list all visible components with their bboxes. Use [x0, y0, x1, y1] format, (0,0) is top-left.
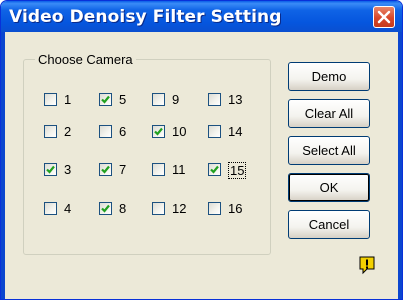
- camera-checkbox-16[interactable]: [208, 202, 221, 215]
- camera-checkbox-13[interactable]: [208, 93, 221, 106]
- camera-label-10: 10: [172, 124, 187, 139]
- camera-label-7: 7: [119, 162, 127, 177]
- close-icon: [377, 10, 391, 24]
- window-border-left: [1, 32, 5, 299]
- clear-all-button[interactable]: Clear All: [288, 99, 370, 128]
- camera-checkbox-4[interactable]: [44, 202, 57, 215]
- checkmark-icon: [101, 204, 110, 213]
- dialog-window: Video Denoisy Filter Setting Choose Came…: [0, 0, 403, 300]
- window-border-right: [398, 32, 402, 299]
- camera-checkbox-10[interactable]: [152, 125, 165, 138]
- checkmark-icon: [46, 165, 55, 174]
- camera-checkbox-2[interactable]: [44, 125, 57, 138]
- camera-checkbox-15[interactable]: [208, 163, 221, 176]
- camera-label-15: 15: [228, 162, 247, 179]
- camera-checkbox-5[interactable]: [99, 93, 112, 106]
- camera-label-3: 3: [64, 162, 72, 177]
- camera-label-6: 6: [119, 124, 127, 139]
- camera-checkbox-1[interactable]: [44, 93, 57, 106]
- camera-label-5: 5: [119, 92, 127, 107]
- camera-label-13: 13: [228, 92, 243, 107]
- camera-checkbox-11[interactable]: [152, 163, 165, 176]
- camera-checkbox-14[interactable]: [208, 125, 221, 138]
- warning-icon: [359, 256, 375, 275]
- camera-checkbox-7[interactable]: [99, 163, 112, 176]
- camera-label-16: 16: [228, 201, 243, 216]
- camera-checkbox-12[interactable]: [152, 202, 165, 215]
- close-button[interactable]: [373, 6, 395, 28]
- camera-label-1: 1: [64, 92, 72, 107]
- camera-checkbox-6[interactable]: [99, 125, 112, 138]
- camera-label-11: 11: [172, 162, 186, 177]
- camera-label-9: 9: [172, 92, 180, 107]
- select-all-button[interactable]: Select All: [288, 136, 370, 165]
- camera-label-12: 12: [172, 201, 187, 216]
- camera-label-2: 2: [64, 124, 72, 139]
- checkmark-icon: [101, 95, 110, 104]
- camera-label-14: 14: [228, 124, 243, 139]
- camera-label-4: 4: [64, 201, 72, 216]
- camera-checkbox-3[interactable]: [44, 163, 57, 176]
- checkmark-icon: [210, 165, 219, 174]
- group-title: Choose Camera: [35, 52, 136, 67]
- camera-checkbox-8[interactable]: [99, 202, 112, 215]
- ok-button[interactable]: OK: [288, 173, 370, 202]
- camera-checkbox-9[interactable]: [152, 93, 165, 106]
- title-bar[interactable]: Video Denoisy Filter Setting: [1, 1, 402, 32]
- checkmark-icon: [101, 165, 110, 174]
- camera-label-8: 8: [119, 201, 127, 216]
- checkmark-icon: [154, 127, 163, 136]
- demo-button[interactable]: Demo: [288, 62, 370, 91]
- window-title: Video Denoisy Filter Setting: [9, 7, 282, 27]
- cancel-button[interactable]: Cancel: [288, 210, 370, 239]
- choose-camera-group: [23, 59, 271, 255]
